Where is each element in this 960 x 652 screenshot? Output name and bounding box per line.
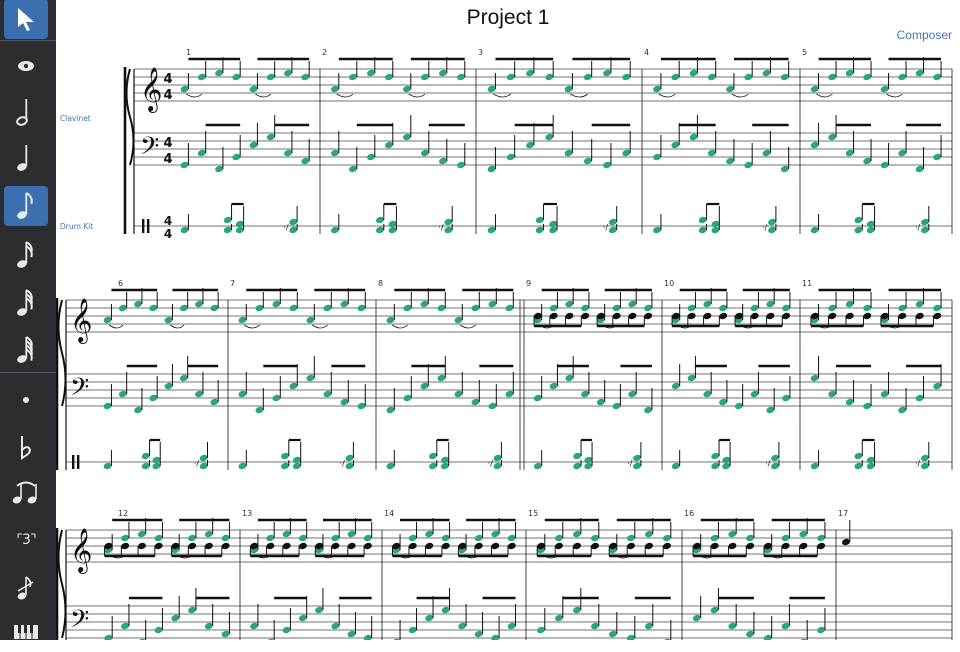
tie — [460, 324, 476, 329]
measure-number: 10 — [664, 279, 674, 288]
rest-icon: ·/ — [762, 223, 768, 232]
treble-clef-icon: 𝄞 — [70, 528, 92, 574]
dot-tool[interactable] — [4, 380, 48, 420]
tie — [109, 324, 124, 329]
tie — [255, 93, 272, 98]
tie — [244, 324, 260, 329]
tie — [312, 324, 328, 329]
time-signature-bottom: 4 — [163, 88, 172, 103]
measure-number: 8 — [378, 279, 383, 288]
toolbar-divider — [0, 372, 56, 373]
staff-brace — [57, 299, 67, 407]
bass-clef-icon: 𝄢 — [70, 373, 89, 408]
measure-number: 14 — [384, 509, 394, 518]
flat-icon — [18, 435, 34, 461]
toolbar-divider — [0, 40, 56, 41]
thirty-second-note-tool[interactable] — [4, 283, 48, 323]
triplet-tool[interactable]: ⌜3⌝ — [4, 520, 48, 560]
score-canvas[interactable]: 𝄞𝄢4444441 2 3 4 5·/·/·/·/·/𝄞𝄢6 7 8 9 10 11·/·/·/·… — [56, 0, 960, 640]
tie — [392, 324, 408, 329]
measure-number: 16 — [684, 509, 694, 518]
eighth-note-tool[interactable] — [4, 186, 48, 226]
measure-number: 9 — [526, 279, 531, 288]
rest-icon: ·/ — [603, 223, 609, 232]
measure-number: 5 — [802, 48, 807, 57]
sixty-fourth-note-tool[interactable] — [4, 330, 48, 370]
grace-note-icon — [15, 574, 37, 602]
percussion-clef-icon — [147, 219, 150, 233]
staff-brace — [57, 529, 67, 639]
tie-tool[interactable] — [4, 472, 48, 512]
tie-icon — [11, 478, 41, 506]
sixteenth-note-icon — [15, 239, 37, 271]
tie — [493, 93, 511, 98]
view-tool[interactable] — [4, 46, 48, 86]
rest-icon: ·/ — [915, 223, 921, 232]
time-signature-top: 4 — [164, 214, 172, 228]
quarter-note-tool[interactable] — [4, 138, 48, 178]
time-signature-top: 4 — [163, 72, 172, 87]
half-note-icon — [15, 96, 37, 128]
treble-clef-icon: 𝄞 — [140, 67, 162, 113]
percussion-clef-icon — [77, 455, 80, 469]
sixteenth-note-tool[interactable] — [4, 235, 48, 275]
measure-number: 1 — [186, 48, 191, 57]
flat-tool[interactable] — [4, 428, 48, 468]
staff-brace — [125, 68, 135, 166]
rest-icon: ·/ — [283, 223, 289, 232]
piano-tool[interactable] — [4, 612, 48, 652]
eye-icon — [16, 60, 36, 72]
measure-number: 2 — [322, 48, 327, 57]
dot-icon — [21, 395, 31, 405]
triplet-icon: ⌜3⌝ — [16, 532, 36, 548]
treble-clef-icon: 𝄞 — [70, 298, 92, 344]
tool-palette: ⌜3⌝ — [0, 0, 56, 640]
select-tool[interactable] — [4, 0, 48, 39]
tie — [886, 93, 903, 98]
measure-number: 15 — [528, 509, 538, 518]
instrument-label-drum-kit: Drum Kit — [60, 222, 93, 231]
measure-number: 13 — [242, 509, 252, 518]
sixty-fourth-note-icon — [15, 334, 37, 366]
rest-icon: ·/ — [915, 459, 921, 468]
rest-icon: ·/ — [488, 459, 494, 468]
quarter-note-icon — [15, 142, 37, 174]
tie — [816, 93, 833, 98]
bass-clef-icon: 𝄢 — [140, 132, 159, 167]
time-signature-top: 4 — [163, 136, 172, 151]
time-signature-bottom: 4 — [164, 227, 172, 241]
tie — [336, 93, 354, 98]
tie — [186, 93, 203, 98]
measure-number: 12 — [118, 509, 128, 518]
tie — [731, 93, 749, 98]
measure-number: 17 — [838, 509, 848, 518]
thirty-second-note-icon — [15, 287, 37, 319]
tie — [658, 93, 676, 98]
instrument-label-clavinet: Clavinet — [60, 114, 91, 123]
grace-note-tool[interactable] — [4, 568, 48, 608]
triplet-label: 3 — [22, 532, 31, 548]
percussion-clef-icon — [142, 219, 145, 233]
measure-number: 3 — [478, 48, 483, 57]
bass-clef-icon: 𝄢 — [70, 605, 89, 640]
measure-number: 6 — [118, 279, 123, 288]
rest-icon: ·/ — [627, 459, 633, 468]
tie — [170, 324, 185, 329]
rest-icon: ·/ — [340, 459, 346, 468]
tie — [408, 93, 426, 98]
time-signature-bottom: 4 — [163, 152, 172, 167]
tie — [570, 93, 588, 98]
eighth-note-icon — [15, 190, 37, 222]
half-note-tool[interactable] — [4, 92, 48, 132]
measure-number: 11 — [802, 279, 812, 288]
piano-keys-icon — [13, 624, 39, 640]
measure-number: 7 — [230, 279, 235, 288]
rest-icon: ·/ — [438, 223, 444, 232]
score-view[interactable]: Project 1 Composer 𝄞 𝄢 4 4 4 4 4 4 1 2 3 4 5 ·/·/·/·/… — [56, 0, 960, 640]
percussion-clef-icon — [72, 455, 75, 469]
rest-icon: ·/ — [194, 459, 200, 468]
arrow-cursor-icon — [14, 6, 38, 32]
rest-icon: ·/ — [765, 459, 771, 468]
measure-number: 4 — [644, 48, 649, 57]
